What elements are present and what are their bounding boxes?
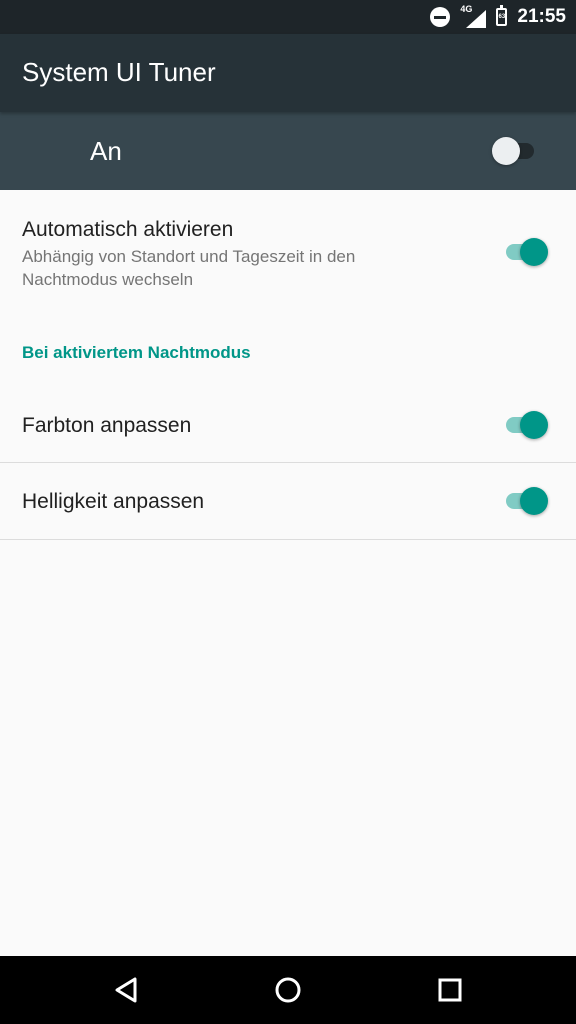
master-switch-bar[interactable]: An (0, 112, 576, 190)
divider (0, 539, 576, 540)
adjust-tint-title: Farbton anpassen (22, 414, 192, 437)
section-header-night-mode: Bei aktiviertem Nachtmodus (22, 343, 251, 362)
divider (0, 462, 576, 463)
app-bar: System UI Tuner (0, 34, 576, 112)
page-title: System UI Tuner (22, 57, 216, 87)
do-not-disturb-icon (430, 7, 451, 27)
recents-button[interactable] (430, 970, 470, 1010)
battery-level: 63 (498, 14, 506, 20)
master-toggle-switch[interactable] (492, 131, 538, 171)
adjust-brightness-title: Helligkeit anpassen (22, 490, 205, 513)
auto-activate-title: Automatisch aktivieren (22, 218, 234, 241)
home-button[interactable] (268, 970, 308, 1010)
switch-thumb (520, 487, 548, 515)
switch-thumb (492, 137, 520, 165)
switch-thumb (520, 411, 548, 439)
back-button[interactable] (106, 970, 146, 1010)
signal-bars-icon (466, 10, 487, 28)
auto-activate-switch[interactable] (502, 232, 548, 272)
home-icon (275, 977, 301, 1003)
recents-icon (438, 978, 462, 1002)
auto-activate-row[interactable]: Automatisch aktivieren Abhängig von Stan… (0, 190, 576, 310)
adjust-tint-switch[interactable] (502, 405, 548, 445)
adjust-tint-row[interactable]: Farbton anpassen (0, 388, 576, 463)
status-icons: 4G 63 21:55 (420, 0, 566, 34)
status-clock: 21:55 (517, 6, 566, 27)
switch-thumb (520, 238, 548, 266)
status-bar: 4G 63 21:55 (0, 0, 576, 34)
adjust-brightness-switch[interactable] (502, 481, 548, 521)
back-icon (115, 977, 137, 1003)
navigation-bar (0, 956, 576, 1024)
master-switch-label: An (90, 136, 122, 166)
signal-icon: 4G (460, 4, 487, 28)
adjust-brightness-row[interactable]: Helligkeit anpassen (0, 464, 576, 540)
auto-activate-summary: Abhängig von Standort und Tageszeit in d… (22, 247, 356, 289)
battery-icon: 63 (496, 5, 508, 26)
